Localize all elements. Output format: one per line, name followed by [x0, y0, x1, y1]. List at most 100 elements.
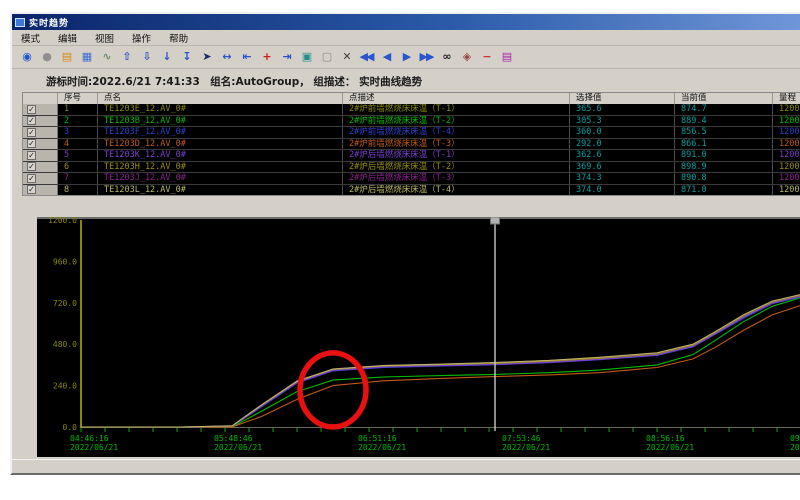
expand-x-icon[interactable]: ↔: [216, 48, 236, 66]
window-icon: [15, 18, 25, 27]
x-tick-date-label: 2022/06/21: [646, 443, 694, 452]
row-checkbox[interactable]: ✓: [27, 116, 36, 125]
tag-name: TE1203B_12.AV_0#: [98, 116, 343, 127]
pointer-icon[interactable]: ➤: [196, 48, 216, 66]
x-tick-time-label: 04:46:16: [70, 434, 109, 443]
table-row[interactable]: ✓6TE1203H_12.AV_0#2#炉后墙燃烧床床温（T-2）369.689…: [23, 162, 800, 174]
selected-value: 305.3: [570, 116, 675, 127]
table-row[interactable]: ✓4TE1203D_12.AV_0#2#炉前墙燃烧床床温（T-3）292.086…: [23, 139, 800, 151]
row-checkbox[interactable]: ✓: [27, 139, 36, 148]
table-row[interactable]: ✓3TE1203F_12.AV_0#2#炉前墙燃烧床床温（T-4）360.085…: [23, 127, 800, 139]
row-checkbox[interactable]: ✓: [27, 105, 36, 114]
column-header-0: [23, 93, 58, 104]
row-num: 5: [58, 150, 98, 161]
row-checkbox[interactable]: ✓: [27, 162, 36, 171]
row-checkbox-cell: ✓: [23, 162, 58, 173]
table-row[interactable]: ✓5TE1203K_12.AV_0#2#炉后墙燃烧床床温（T-1）362.689…: [23, 150, 800, 162]
y-tick-label: 960.0: [53, 257, 77, 266]
table-row[interactable]: ✓1TE1203E_12.AV_0#2#炉前墙燃烧床床温（T-1）365.687…: [23, 104, 800, 116]
x-tick-date-label: 2022/06/21: [358, 443, 406, 452]
table-row[interactable]: ✓8TE1203L_12.AV_0#2#炉后墙燃烧床床温（T-4）374.087…: [23, 185, 800, 197]
row-checkbox[interactable]: ✓: [27, 151, 36, 160]
range-value: 1200.0: [773, 162, 800, 173]
row-checkbox-cell: ✓: [23, 104, 58, 115]
current-value: 898.9: [675, 162, 773, 173]
row-num: 7: [58, 173, 98, 184]
current-value: 866.1: [675, 139, 773, 150]
table-body: ✓1TE1203E_12.AV_0#2#炉前墙燃烧床床温（T-1）365.687…: [23, 104, 800, 196]
tag-name: TE1203J_12.AV_0#: [98, 173, 343, 184]
pause-icon[interactable]: ●: [36, 48, 56, 66]
trend-curve: [81, 295, 800, 427]
x-tick-time-label: 09:58:46: [790, 434, 800, 443]
tag-name: TE1203F_12.AV_0#: [98, 127, 343, 138]
x-tick-time-label: 05:48:46: [214, 434, 253, 443]
x-tick-date-label: 2022/06/21: [70, 443, 118, 452]
back-icon[interactable]: ◀: [376, 48, 396, 66]
y-tick-label: 240.0: [53, 382, 77, 391]
selected-value: 374.0: [570, 185, 675, 196]
row-checkbox[interactable]: ✓: [27, 174, 36, 183]
selected-value: 292.0: [570, 139, 675, 150]
curve-mode-icon[interactable]: ∿: [96, 48, 116, 66]
forward-icon[interactable]: ▶: [396, 48, 416, 66]
tag-description: 2#炉前墙燃烧床床温（T-3）: [343, 139, 570, 150]
row-checkbox[interactable]: ✓: [27, 128, 36, 137]
row-num: 2: [58, 116, 98, 127]
locate-icon[interactable]: ◈: [456, 48, 476, 66]
title-bar[interactable]: 实时趋势: [12, 14, 800, 30]
menu-item-2[interactable]: 视图: [86, 31, 123, 45]
y-tick-label: 480.0: [53, 340, 77, 349]
search-icon[interactable]: ∞: [436, 48, 456, 66]
skip-forward-icon[interactable]: ▶▶: [416, 48, 436, 66]
current-value: 856.5: [675, 127, 773, 138]
page-end-icon[interactable]: ⇥: [276, 48, 296, 66]
remove-icon[interactable]: −: [476, 48, 496, 66]
menu-item-1[interactable]: 编辑: [49, 31, 86, 45]
trend-curve: [81, 297, 800, 427]
align-bottom-icon[interactable]: ↧: [176, 48, 196, 66]
x-tick-time-label: 08:56:16: [646, 434, 685, 443]
window-title: 实时趋势: [29, 16, 69, 29]
print-icon[interactable]: ▤: [496, 48, 516, 66]
y-tick-label: 0.0: [63, 423, 78, 432]
row-num: 8: [58, 185, 98, 196]
table-row[interactable]: ✓7TE1203J_12.AV_0#2#炉后墙燃烧床床温（T-3）374.389…: [23, 173, 800, 185]
tag-table: 序号点名点描述选择值当前值量程 ✓1TE1203E_12.AV_0#2#炉前墙燃…: [22, 92, 800, 196]
selected-value: 362.6: [570, 150, 675, 161]
tag-description: 2#炉前墙燃烧床床温（T-2）: [343, 116, 570, 127]
move-down-icon[interactable]: ↓: [156, 48, 176, 66]
range-value: 1200.0: [773, 150, 800, 161]
add-curve-icon[interactable]: +: [256, 48, 276, 66]
tools-icon[interactable]: ✕: [336, 48, 356, 66]
trend-chart-panel[interactable]: 0.0240.0480.0720.0960.01200.004:46:16202…: [37, 217, 800, 457]
selected-value: 374.3: [570, 173, 675, 184]
y-tick-label: 1200.0: [48, 217, 77, 225]
range-value: 1200.0: [773, 104, 800, 115]
menu-item-4[interactable]: 帮助: [160, 31, 197, 45]
skip-back-icon[interactable]: ◀◀: [356, 48, 376, 66]
menu-item-0[interactable]: 模式: [12, 31, 49, 45]
cursor-info-bar: 游标时间:2022.6/21 7:41:33 组名:AutoGroup， 组描述…: [12, 69, 800, 92]
snapshot-icon[interactable]: ▣: [296, 48, 316, 66]
tag-name: TE1203L_12.AV_0#: [98, 185, 343, 196]
scale-down-icon[interactable]: ⇩: [136, 48, 156, 66]
status-bar: [12, 459, 800, 473]
row-checkbox-cell: ✓: [23, 139, 58, 150]
trend-chart[interactable]: 0.0240.0480.0720.0960.01200.004:46:16202…: [37, 217, 800, 457]
current-value: 871.0: [675, 185, 773, 196]
open-folder-icon[interactable]: ▤: [56, 48, 76, 66]
refresh-icon[interactable]: ◉: [16, 48, 36, 66]
row-checkbox[interactable]: ✓: [27, 185, 36, 194]
page-start-icon[interactable]: ⇤: [236, 48, 256, 66]
menu-item-3[interactable]: 操作: [123, 31, 160, 45]
x-tick-time-label: 07:53:46: [502, 434, 541, 443]
scale-up-icon[interactable]: ⇧: [116, 48, 136, 66]
range-value: 1200.0: [773, 173, 800, 184]
data-table-icon[interactable]: ▦: [76, 48, 96, 66]
x-tick-date-label: 2022/06/21: [502, 443, 550, 452]
y-tick-label: 720.0: [53, 299, 77, 308]
table-row[interactable]: ✓2TE1203B_12.AV_0#2#炉前墙燃烧床床温（T-2）305.388…: [23, 116, 800, 128]
copy-icon[interactable]: ▢: [316, 48, 336, 66]
time-cursor-handle[interactable]: [491, 217, 500, 224]
